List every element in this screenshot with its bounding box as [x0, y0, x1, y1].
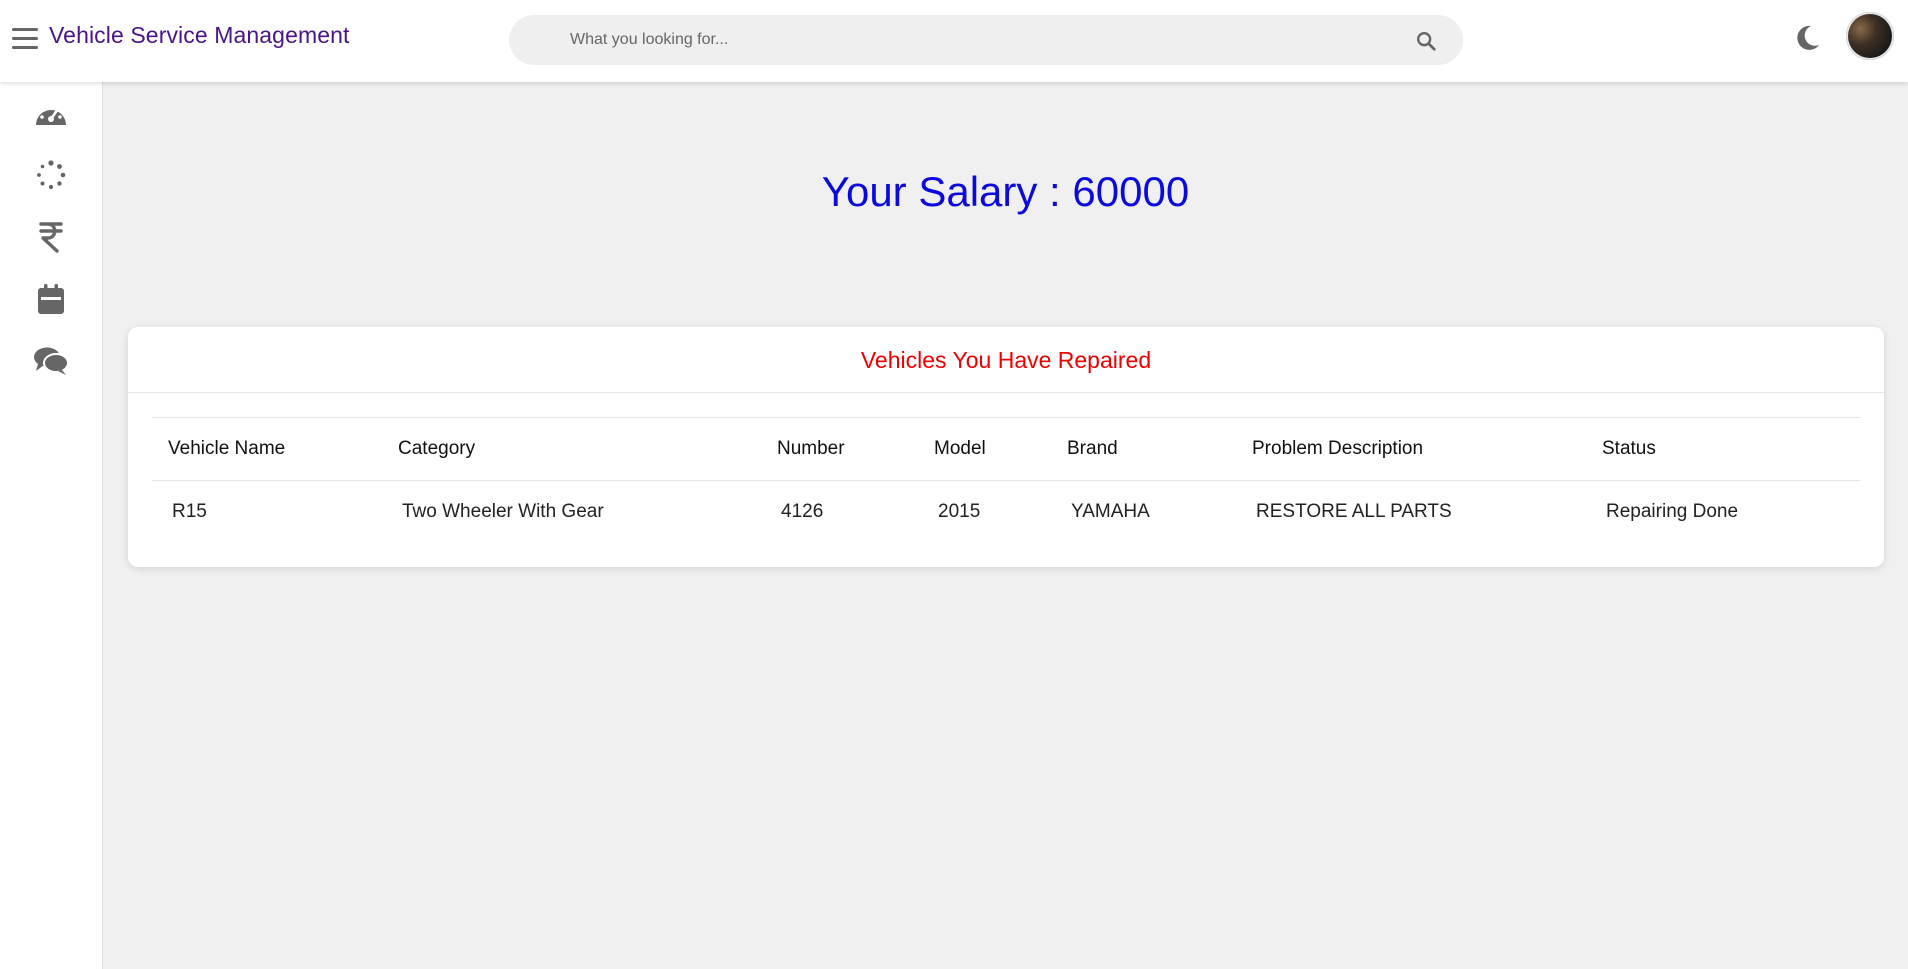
- rupee-icon: [39, 222, 63, 253]
- cell-status: Repairing Done: [1606, 501, 1739, 523]
- salary-heading: Your Salary : 60000: [821, 168, 1190, 215]
- sidebar-item-calendar[interactable]: [30, 278, 72, 320]
- card-title: Vehicles You Have Repaired: [128, 327, 1884, 393]
- column-header: Category: [382, 417, 761, 481]
- search-icon[interactable]: [1415, 30, 1437, 52]
- sidebar: [0, 82, 103, 969]
- cell-problem-description: RESTORE ALL PARTS: [1256, 501, 1452, 523]
- column-header: Problem Description: [1236, 417, 1586, 481]
- sidebar-item-dashboard[interactable]: [30, 93, 72, 135]
- dashboard-gauge-icon: [36, 105, 66, 125]
- search-input[interactable]: [570, 15, 1370, 65]
- column-header: Vehicle Name: [152, 417, 382, 481]
- column-header: Brand: [1051, 417, 1236, 481]
- column-header: Number: [761, 417, 918, 481]
- sidebar-item-progress[interactable]: [30, 154, 72, 196]
- table-row: R15 Two Wheeler With Gear 4126 2015 YAMA…: [152, 481, 1860, 544]
- repaired-vehicles-table: Vehicle Name Category Number Model Brand…: [152, 417, 1860, 544]
- loading-spinner-icon: [37, 160, 66, 190]
- table-header-row: Vehicle Name Category Number Model Brand…: [152, 417, 1860, 481]
- sidebar-item-messages[interactable]: [30, 340, 72, 382]
- column-header: Status: [1586, 417, 1860, 481]
- calendar-icon: [38, 284, 64, 314]
- cell-brand: YAMAHA: [1071, 501, 1150, 523]
- cell-category: Two Wheeler With Gear: [402, 501, 604, 523]
- repaired-vehicles-card: Vehicles You Have Repaired Vehicle Name …: [128, 327, 1884, 567]
- chat-bubbles-icon: [34, 347, 69, 375]
- cell-model: 2015: [938, 501, 981, 523]
- app-title[interactable]: Vehicle Service Management: [49, 22, 350, 49]
- cell-vehicle-name: R15: [172, 501, 207, 523]
- dark-mode-moon-icon[interactable]: [1792, 23, 1822, 53]
- column-header: Model: [918, 417, 1051, 481]
- sidebar-item-salary[interactable]: [30, 216, 72, 258]
- top-navbar: Vehicle Service Management: [0, 0, 1908, 82]
- hamburger-menu-icon[interactable]: [12, 28, 38, 50]
- cell-number: 4126: [781, 501, 824, 523]
- user-avatar[interactable]: [1846, 12, 1894, 60]
- search-bar: [509, 15, 1463, 65]
